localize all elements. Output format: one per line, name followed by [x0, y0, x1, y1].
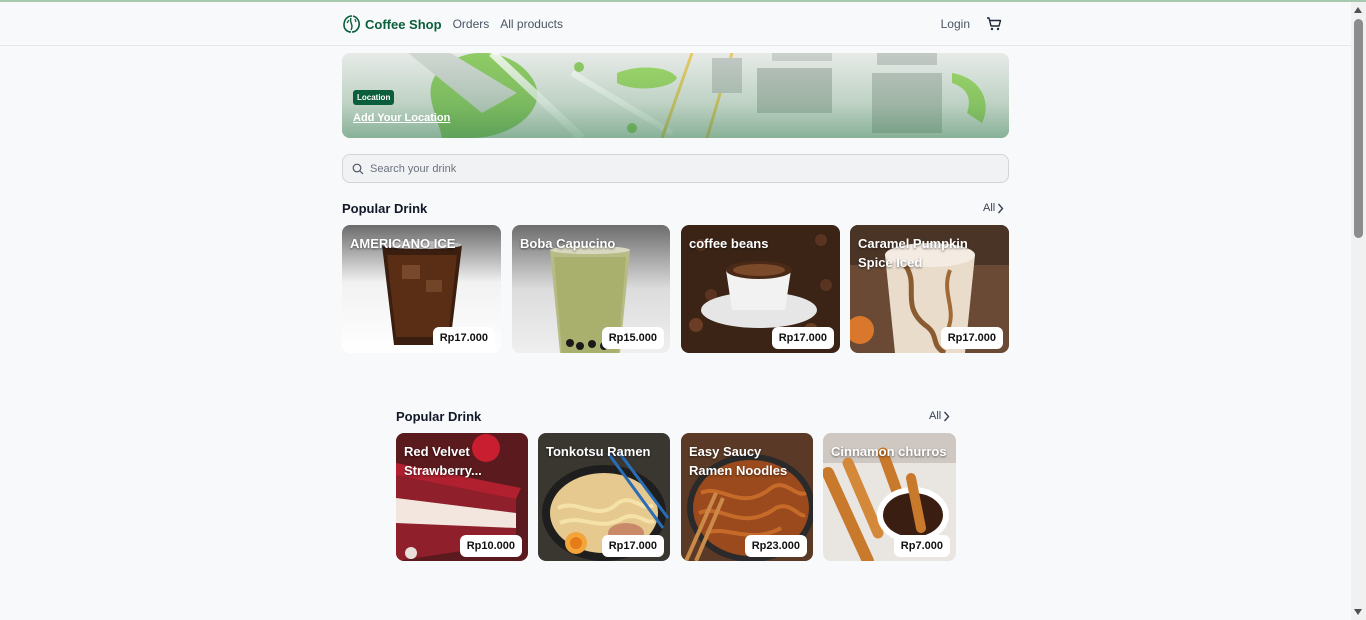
- product-name: coffee beans: [689, 236, 769, 251]
- product-card[interactable]: Caramel Pumpkin Spice Iced Rp17.000: [850, 225, 1009, 353]
- add-location-link[interactable]: Add Your Location: [353, 112, 450, 124]
- login-link[interactable]: Login: [941, 17, 970, 31]
- brand-link[interactable]: Coffee Shop: [342, 14, 442, 34]
- navbar-inner: Coffee Shop Orders All products Login: [342, 2, 1009, 46]
- search-icon: [352, 163, 364, 174]
- nav-link-orders[interactable]: Orders: [453, 17, 490, 31]
- price-tag: Rp10.000: [459, 535, 522, 557]
- product-card[interactable]: AMERICANO ICE Rp17.000: [342, 225, 501, 353]
- chevron-right-icon: [998, 203, 1004, 213]
- scrollbar[interactable]: [1351, 2, 1366, 620]
- section-all-link[interactable]: All: [929, 410, 950, 422]
- product-name: Boba Capucino: [520, 236, 616, 251]
- location-banner[interactable]: Location Add Your Location: [342, 53, 1009, 138]
- product-name: AMERICANO ICE: [350, 236, 456, 251]
- section-title-popular-drink: Popular Drink: [342, 201, 428, 216]
- product-card[interactable]: Tonkotsu Ramen Rp17.000: [538, 433, 670, 561]
- price-tag: Rp17.000: [432, 327, 495, 349]
- product-card[interactable]: Red Velvet Strawberry... Rp10.000: [396, 433, 528, 561]
- brand-name: Coffee Shop: [365, 16, 442, 32]
- cart-icon[interactable]: [986, 16, 1002, 32]
- product-card[interactable]: Easy Saucy Ramen Noodles Rp23.000: [681, 433, 813, 561]
- product-name: Caramel Pumpkin Spice Iced: [858, 236, 968, 270]
- price-tag: Rp15.000: [601, 327, 664, 349]
- all-link-label: All: [929, 410, 942, 422]
- product-card[interactable]: Boba Capucino Rp15.000: [512, 225, 670, 353]
- product-name: Easy Saucy Ramen Noodles: [689, 444, 788, 478]
- section-all-link[interactable]: All: [983, 202, 1004, 214]
- all-link-label: All: [983, 202, 996, 214]
- nav-link-all-products[interactable]: All products: [500, 17, 563, 31]
- scroll-thumb[interactable]: [1354, 19, 1363, 238]
- scroll-down-arrow-icon[interactable]: [1354, 609, 1362, 615]
- banner-overlay: [342, 53, 1009, 138]
- search-bar[interactable]: [342, 154, 1009, 183]
- search-input[interactable]: [370, 162, 970, 175]
- product-name: Tonkotsu Ramen: [546, 444, 651, 459]
- product-name: Red Velvet Strawberry...: [404, 444, 482, 478]
- price-tag: Rp23.000: [744, 535, 807, 557]
- location-badge: Location: [353, 90, 395, 105]
- product-card[interactable]: coffee beans Rp17.000: [681, 225, 840, 353]
- price-tag: Rp17.000: [601, 535, 664, 557]
- chevron-right-icon: [944, 411, 950, 421]
- price-tag: Rp7.000: [893, 535, 950, 557]
- product-name: Cinnamon churros: [831, 444, 947, 459]
- navbar: Coffee Shop Orders All products Login: [0, 2, 1351, 46]
- coffee-logo-icon: [343, 15, 360, 33]
- price-tag: Rp17.000: [940, 327, 1003, 349]
- section-title-popular-food: Popular Drink: [396, 409, 482, 424]
- price-tag: Rp17.000: [771, 327, 834, 349]
- scroll-up-arrow-icon[interactable]: [1354, 7, 1362, 13]
- product-card[interactable]: Cinnamon churros Rp7.000: [823, 433, 956, 561]
